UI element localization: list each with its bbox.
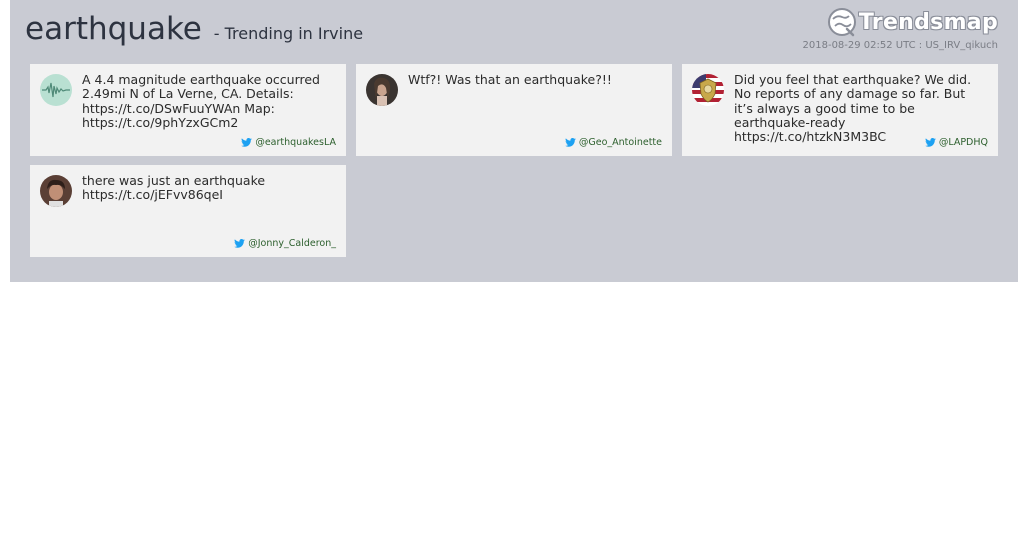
tweet-handle: @earthquakesLA [255, 137, 336, 148]
trend-title: earthquake - Trending in Irvine [25, 10, 363, 53]
user-photo-avatar[interactable] [40, 175, 72, 207]
trend-location: - Trending in Irvine [213, 24, 364, 43]
tweet-handle: @Jonny_Calderon_ [248, 238, 336, 249]
tweet-text: A 4.4 magnitude earthquake occurred 2.49… [82, 72, 320, 130]
twitter-bird-icon [924, 138, 936, 147]
tweet-author[interactable]: @Jonny_Calderon_ [234, 238, 336, 249]
tweet-card[interactable]: Wtf?! Was that an earthquake?!! @Geo_Ant… [356, 64, 672, 156]
tweet-handle: @LAPDHQ [938, 137, 988, 148]
user-photo-avatar[interactable] [366, 74, 398, 106]
trend-panel: earthquake - Trending in Irvine Trendsma… [10, 0, 1018, 282]
tweet-text: Wtf?! Was that an earthquake?!! [408, 72, 612, 87]
topic-name: earthquake [25, 11, 202, 47]
tweet-author[interactable]: @Geo_Antoinette [564, 137, 662, 148]
police-badge-avatar[interactable] [692, 74, 724, 106]
twitter-bird-icon [564, 138, 576, 147]
seismograph-avatar[interactable] [40, 74, 72, 106]
tweet-card[interactable]: there was just an earthquake https://t.c… [30, 165, 346, 257]
twitter-bird-icon [241, 138, 253, 147]
tweet-card[interactable]: Did you feel that earthquake? We did. No… [682, 64, 998, 156]
trendsmap-logo[interactable]: Trendsmap [827, 6, 998, 38]
tweet-card[interactable]: A 4.4 magnitude earthquake occurred 2.49… [30, 64, 346, 156]
tweet-handle: @Geo_Antoinette [578, 137, 662, 148]
tweet-author[interactable]: @LAPDHQ [924, 137, 988, 148]
tweet-text: Did you feel that earthquake? We did. No… [734, 72, 972, 145]
tweet-text: there was just an earthquake https://t.c… [82, 173, 266, 203]
twitter-bird-icon [234, 239, 246, 248]
logo-text: Trendsmap [858, 9, 998, 35]
trendsmap-globe-icon [827, 8, 856, 37]
timestamp-location-code: 2018-08-29 02:52 UTC : US_IRV_qikuch [802, 40, 998, 51]
tweet-author[interactable]: @earthquakesLA [241, 137, 336, 148]
